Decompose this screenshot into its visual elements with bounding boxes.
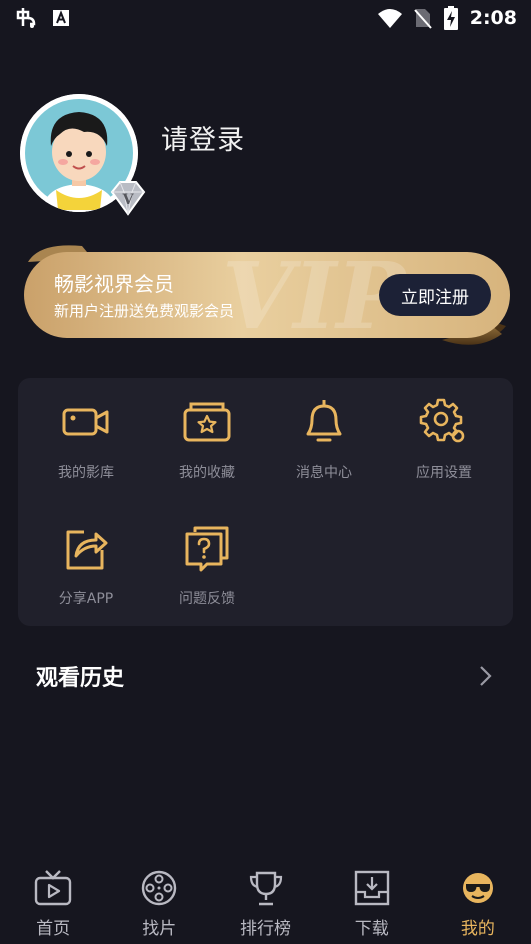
menu-label: 消息中心: [296, 465, 352, 481]
nav-label: 排行榜: [240, 919, 291, 939]
register-button[interactable]: 立即注册: [379, 274, 491, 316]
star-folder-icon: [183, 402, 231, 442]
vip-banner[interactable]: VIP 畅影视界会员 新用户注册送免费观影会员 立即注册: [22, 240, 512, 350]
menu-card: 我的影库 我的收藏 消息中心 应用设置 分享APP 问题反馈: [18, 378, 513, 626]
film-reel-icon: [142, 870, 177, 906]
download-icon: [354, 870, 389, 906]
wifi-icon: [377, 9, 402, 28]
tv-icon: [34, 870, 72, 906]
no-sim-icon: [413, 9, 432, 29]
share-icon: [66, 530, 108, 570]
diamond-v-icon: V: [110, 181, 146, 216]
vip-title: 畅影视界会员: [54, 272, 174, 296]
gear-icon: [419, 398, 465, 443]
menu-label: 问题反馈: [179, 591, 235, 607]
menu-label: 应用设置: [416, 465, 472, 481]
nav-item-download[interactable]: 下载: [319, 860, 425, 944]
vip-subtitle: 新用户注册送免费观影会员: [54, 302, 235, 320]
a-icon: [53, 10, 69, 26]
menu-label: 分享APP: [58, 591, 114, 607]
trophy-icon: [249, 871, 282, 906]
profile-header[interactable]: V 请登录: [20, 94, 480, 224]
status-time: 2:08: [469, 7, 517, 29]
chevron-right-icon: [480, 666, 492, 686]
nav-item-ranking[interactable]: 排行榜: [212, 860, 318, 944]
nav-item-home[interactable]: 首页: [0, 860, 106, 944]
nav-item-mine[interactable]: 我的: [425, 860, 531, 944]
menu-item-feedback[interactable]: 问题反馈: [147, 504, 267, 614]
nav-item-find[interactable]: 找片: [106, 860, 212, 944]
question-icon: [185, 526, 229, 572]
nav-label: 下载: [354, 919, 389, 939]
nav-label: 首页: [36, 919, 71, 939]
vip-badge: V: [108, 178, 148, 218]
login-text[interactable]: 请登录: [161, 118, 245, 157]
app-logo-icon: [16, 8, 36, 28]
menu-item-share[interactable]: 分享APP: [26, 504, 146, 614]
menu-label: 我的收藏: [179, 465, 235, 481]
menu-item-favorites[interactable]: 我的收藏: [147, 378, 267, 488]
history-title: 观看历史: [36, 666, 125, 691]
cool-face-icon: [462, 873, 493, 903]
battery-charging-icon: [443, 6, 458, 30]
svg-text:V: V: [122, 192, 135, 208]
menu-label: 我的影库: [58, 465, 114, 481]
video-camera-icon: [62, 408, 109, 436]
menu-item-settings[interactable]: 应用设置: [384, 378, 504, 488]
nav-label: 我的: [460, 919, 495, 939]
watch-history-row[interactable]: 观看历史: [18, 648, 513, 704]
bell-icon: [306, 400, 342, 442]
bottom-nav: 首页 找片 排行榜 下载 我的: [0, 860, 531, 944]
menu-item-messages[interactable]: 消息中心: [264, 378, 384, 488]
menu-item-video-library[interactable]: 我的影库: [26, 378, 146, 488]
nav-label: 找片: [142, 919, 177, 939]
status-bar: 2:08: [0, 0, 531, 36]
